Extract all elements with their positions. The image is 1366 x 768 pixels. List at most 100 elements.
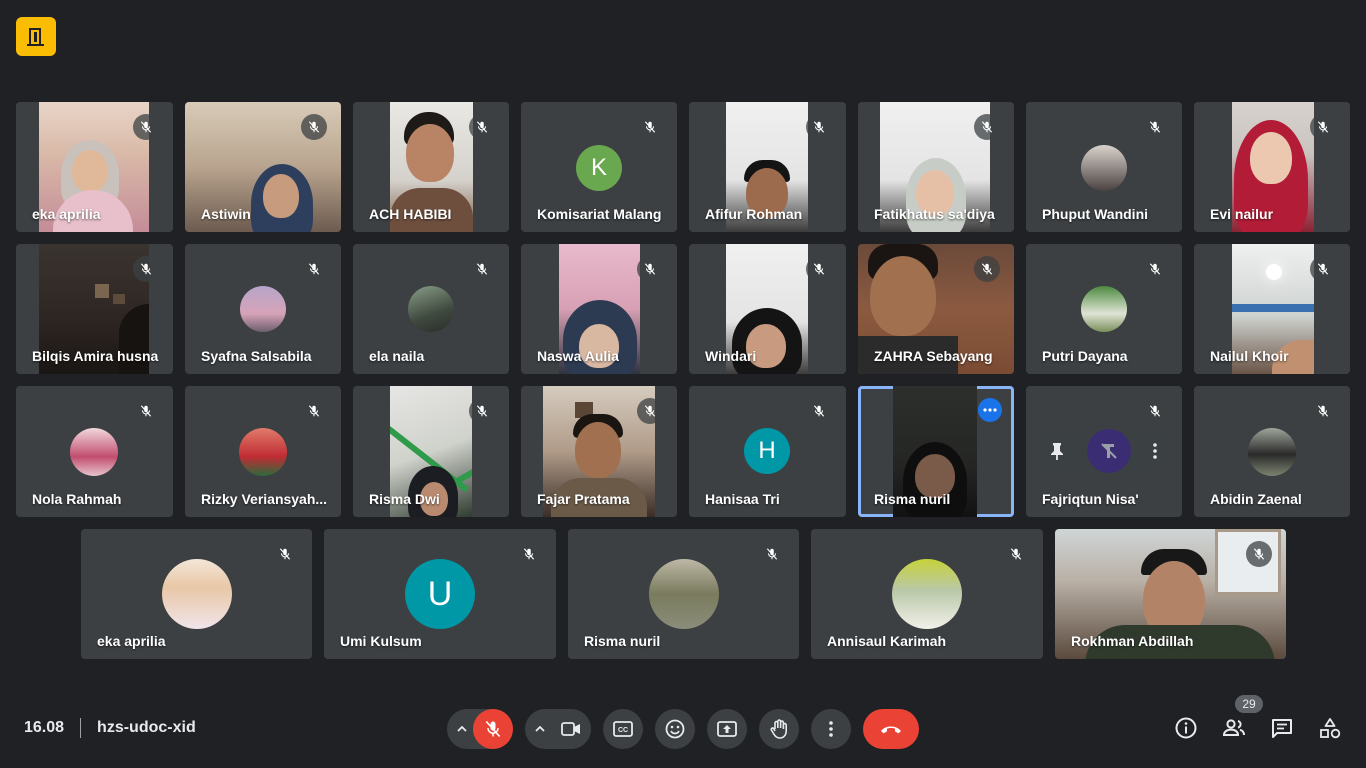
- info-icon: [1175, 717, 1197, 739]
- participant-name: Risma Dwi: [369, 491, 440, 507]
- video-icon: [561, 722, 580, 736]
- participant-name: Fatikhatus sa'diya: [874, 206, 995, 222]
- participant-tile[interactable]: Fajar Pratama: [521, 386, 677, 517]
- participant-name: eka aprilia: [97, 633, 166, 649]
- people-button[interactable]: [1220, 714, 1248, 742]
- more-options-button[interactable]: [978, 398, 1002, 422]
- participant-name: ZAHRA Sebayang: [874, 348, 993, 364]
- mic-off-icon: [133, 398, 159, 424]
- participant-tile[interactable]: ACH HABIBI: [353, 102, 509, 232]
- mic-off-icon: [1246, 541, 1272, 567]
- chevron-up-icon[interactable]: [535, 726, 545, 732]
- people-icon: [1222, 719, 1245, 736]
- participant-name: Putri Dayana: [1042, 348, 1128, 364]
- avatar: [1081, 145, 1127, 191]
- mic-off-icon: [806, 114, 832, 140]
- mic-off-icon: [133, 114, 159, 140]
- participant-name: Windari: [705, 348, 757, 364]
- reactions-button[interactable]: [655, 709, 695, 749]
- participant-name: Risma nuril: [874, 491, 951, 507]
- participant-name: Phuput Wandini: [1042, 206, 1149, 222]
- participant-tile[interactable]: Rizky Veriansyah...: [185, 386, 341, 517]
- participant-name: Evi nailur: [1210, 206, 1274, 222]
- mic-off-icon: [483, 719, 503, 739]
- participant-tile-active[interactable]: Risma nuril: [858, 386, 1014, 517]
- participant-tile[interactable]: Putri Dayana: [1026, 244, 1182, 374]
- participant-tile[interactable]: Windari: [689, 244, 846, 374]
- more-options-button[interactable]: [811, 709, 851, 749]
- participant-tile[interactable]: Abidin Zaenal: [1194, 386, 1350, 517]
- participant-tile[interactable]: Fajriqtun Nisa': [1026, 386, 1182, 517]
- shapes-icon: [1320, 718, 1341, 739]
- participant-tile[interactable]: Nola Rahmah: [16, 386, 173, 517]
- more-horiz-icon: [983, 408, 997, 412]
- avatar: [239, 428, 287, 476]
- mic-off-icon: [806, 256, 832, 282]
- mic-off-icon: [637, 256, 663, 282]
- participant-tile[interactable]: eka aprilia: [16, 102, 173, 232]
- activities-button[interactable]: [1316, 714, 1344, 742]
- participant-tile[interactable]: Naswa Aulia: [521, 244, 677, 374]
- meeting-details-button[interactable]: [1172, 714, 1200, 742]
- participant-tile[interactable]: ZAHRA Sebayang: [858, 244, 1014, 374]
- mic-off-icon: [974, 256, 1000, 282]
- participant-tile[interactable]: Syafna Salsabila: [185, 244, 341, 374]
- avatar: [240, 286, 286, 332]
- hand-icon: [770, 719, 787, 739]
- more-vert-icon[interactable]: [1153, 443, 1157, 459]
- tile-hover-controls: [1038, 429, 1168, 473]
- participant-name: Komisariat Malang: [537, 206, 662, 222]
- avatar: [1081, 286, 1127, 332]
- participant-name: Astiwin: [201, 206, 251, 222]
- cc-icon: CC: [613, 721, 633, 737]
- participant-tile[interactable]: Rokhman Abdillah: [1055, 529, 1286, 659]
- raise-hand-button[interactable]: [759, 709, 799, 749]
- participant-tile[interactable]: Phuput Wandini: [1026, 102, 1182, 232]
- participant-tile[interactable]: Evi nailur: [1194, 102, 1350, 232]
- participant-name: Nola Rahmah: [32, 491, 122, 507]
- avatar: [162, 559, 232, 629]
- participant-tile[interactable]: Afifur Rohman: [689, 102, 846, 232]
- participant-tile[interactable]: Fatikhatus sa'diya: [858, 102, 1014, 232]
- avatar: [649, 559, 719, 629]
- participant-tile[interactable]: Nailul Khoir: [1194, 244, 1350, 374]
- pin-icon[interactable]: [1049, 442, 1065, 460]
- mic-off-icon: [469, 398, 495, 424]
- participant-tile[interactable]: K Komisariat Malang: [521, 102, 677, 232]
- participant-tile[interactable]: Bilqis Amira husna: [16, 244, 173, 374]
- divider: [80, 718, 82, 738]
- avatar: [1248, 428, 1296, 476]
- mic-off-icon: [1142, 256, 1168, 282]
- participant-name: Naswa Aulia: [537, 348, 619, 364]
- remove-from-frame-icon[interactable]: [1099, 441, 1119, 461]
- mic-off-icon: [974, 114, 1000, 140]
- leave-call-button[interactable]: [863, 709, 919, 749]
- participant-tile[interactable]: Annisaul Karimah: [811, 529, 1043, 659]
- present-button[interactable]: [707, 709, 747, 749]
- svg-text:CC: CC: [618, 727, 628, 734]
- participant-tile[interactable]: Risma Dwi: [353, 386, 509, 517]
- participant-name: Nailul Khoir: [1210, 348, 1289, 364]
- camera-control-group: [525, 709, 591, 749]
- captions-button[interactable]: CC: [603, 709, 643, 749]
- participant-tile[interactable]: H Hanisaa Tri: [689, 386, 846, 517]
- participant-tile[interactable]: eka aprilia: [81, 529, 312, 659]
- participant-tile[interactable]: Astiwin: [185, 102, 341, 232]
- meeting-time: 16.08: [24, 719, 65, 736]
- chat-button[interactable]: [1268, 714, 1296, 742]
- mic-off-icon: [1310, 398, 1336, 424]
- participant-tile[interactable]: U Umi Kulsum: [324, 529, 556, 659]
- mic-off-icon: [301, 114, 327, 140]
- door-icon: [27, 27, 44, 46]
- mic-off-icon: [1310, 114, 1336, 140]
- participant-name: Fajriqtun Nisa': [1042, 491, 1139, 507]
- participant-name: Risma nuril: [584, 633, 661, 649]
- mic-off-icon: [637, 114, 663, 140]
- participant-tile[interactable]: Risma nuril: [568, 529, 799, 659]
- mic-off-icon: [806, 398, 832, 424]
- microphone-toggle-button[interactable]: [473, 709, 513, 749]
- participant-tile[interactable]: ela naila: [353, 244, 509, 374]
- chevron-up-icon[interactable]: [457, 726, 467, 732]
- camera-toggle-button[interactable]: [551, 709, 591, 749]
- more-vert-icon: [829, 721, 833, 737]
